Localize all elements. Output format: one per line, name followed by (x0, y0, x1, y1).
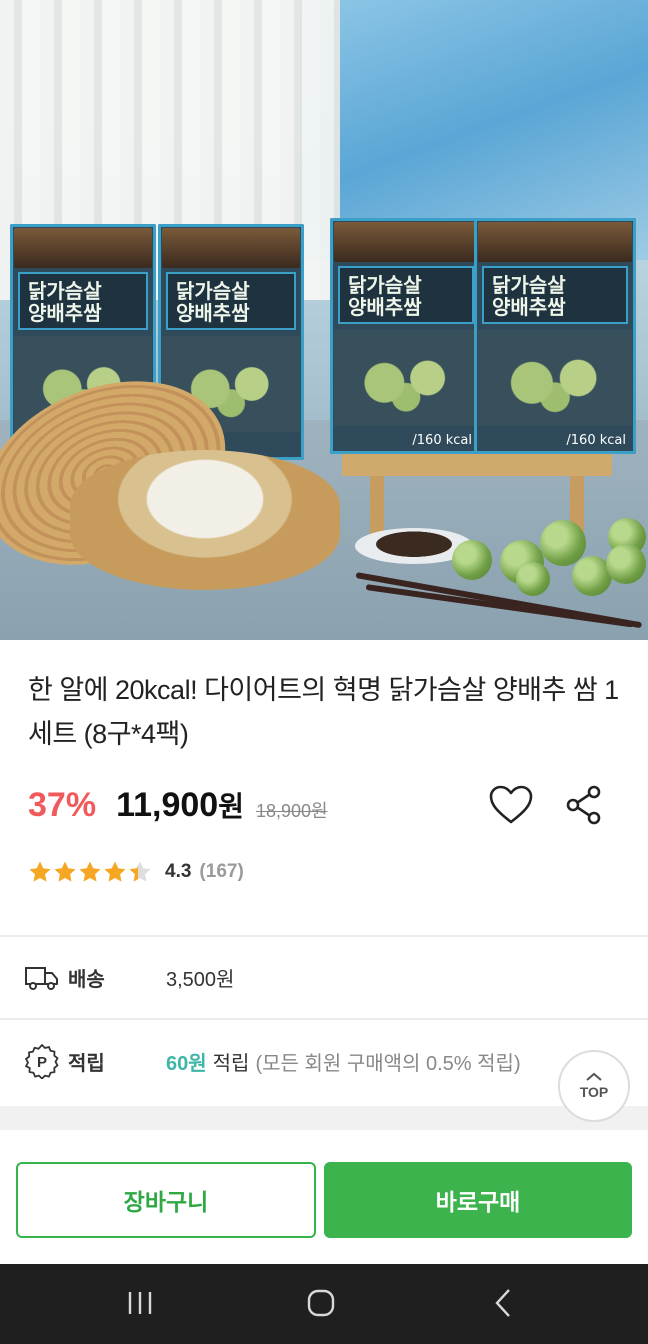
home-icon[interactable] (299, 1284, 343, 1324)
system-navigation-bar (0, 1264, 648, 1344)
shipping-fee: 3,500원 (166, 968, 235, 991)
half-star-icon (129, 861, 151, 882)
brussels-sprout (606, 544, 646, 584)
star-icon (29, 861, 51, 882)
heart-icon[interactable] (488, 784, 534, 826)
shipping-row: 배송 3,500원 (24, 952, 624, 1002)
add-to-cart-button[interactable]: 장바구니 (16, 1162, 316, 1238)
purchase-bar: 장바구니 바로구매 (0, 1140, 648, 1264)
bamboo-steamer (70, 450, 340, 590)
brussels-sprout (452, 540, 492, 580)
points-info: 60원 적립 (모든 회원 구매액의 0.5% 적립) (166, 1052, 521, 1075)
product-box-3: 닭가슴살 양배추쌈 /160 kcal (330, 218, 482, 454)
price-row: 37% 11,900원 18,900원 (28, 780, 328, 830)
divider (0, 935, 648, 937)
rating-row[interactable]: 4.3 (167) (28, 856, 244, 888)
svg-text:P: P (37, 1054, 47, 1071)
truck-icon (25, 967, 58, 990)
shipping-label: 배송 (68, 968, 105, 991)
product-title: 한 알에 20kcal! 다이어트의 혁명 닭가슴살 양배추 쌈 1세트 (8구… (28, 675, 619, 749)
star-icon (54, 861, 76, 882)
star-rating (28, 860, 153, 884)
star-icon (79, 861, 101, 882)
discount-rate: 37% (28, 785, 97, 824)
product-box-4: 닭가슴살 양배추쌈 /160 kcal (474, 218, 636, 454)
scroll-top-button[interactable]: TOP (558, 1050, 630, 1122)
point-badge-icon: P (25, 1044, 59, 1079)
points-label: 적립 (68, 1052, 105, 1075)
top-label: TOP (579, 1084, 609, 1100)
share-icon[interactable] (564, 784, 604, 826)
star-icon (104, 861, 126, 882)
section-separator (0, 1106, 648, 1130)
recent-apps-icon[interactable] (118, 1284, 162, 1324)
rating-score: 4.3 (165, 861, 192, 882)
divider (0, 1018, 648, 1020)
points-row: P 적립 60원 적립 (모든 회원 구매액의 0.5% 적립) (24, 1036, 624, 1086)
chevron-up-icon (586, 1072, 602, 1081)
brussels-sprout (516, 562, 550, 596)
buy-now-button[interactable]: 바로구매 (324, 1162, 632, 1238)
product-image[interactable]: 닭가슴살 양배추쌈 닭가슴살 양배추쌈 닭가슴살 양배추쌈 /160 kcal 닭가슴… (0, 0, 648, 640)
back-icon[interactable] (482, 1284, 526, 1324)
review-count[interactable]: (167) (199, 861, 243, 883)
original-price: 18,900원 (255, 801, 328, 821)
sale-price: 11,900원 (116, 786, 244, 824)
